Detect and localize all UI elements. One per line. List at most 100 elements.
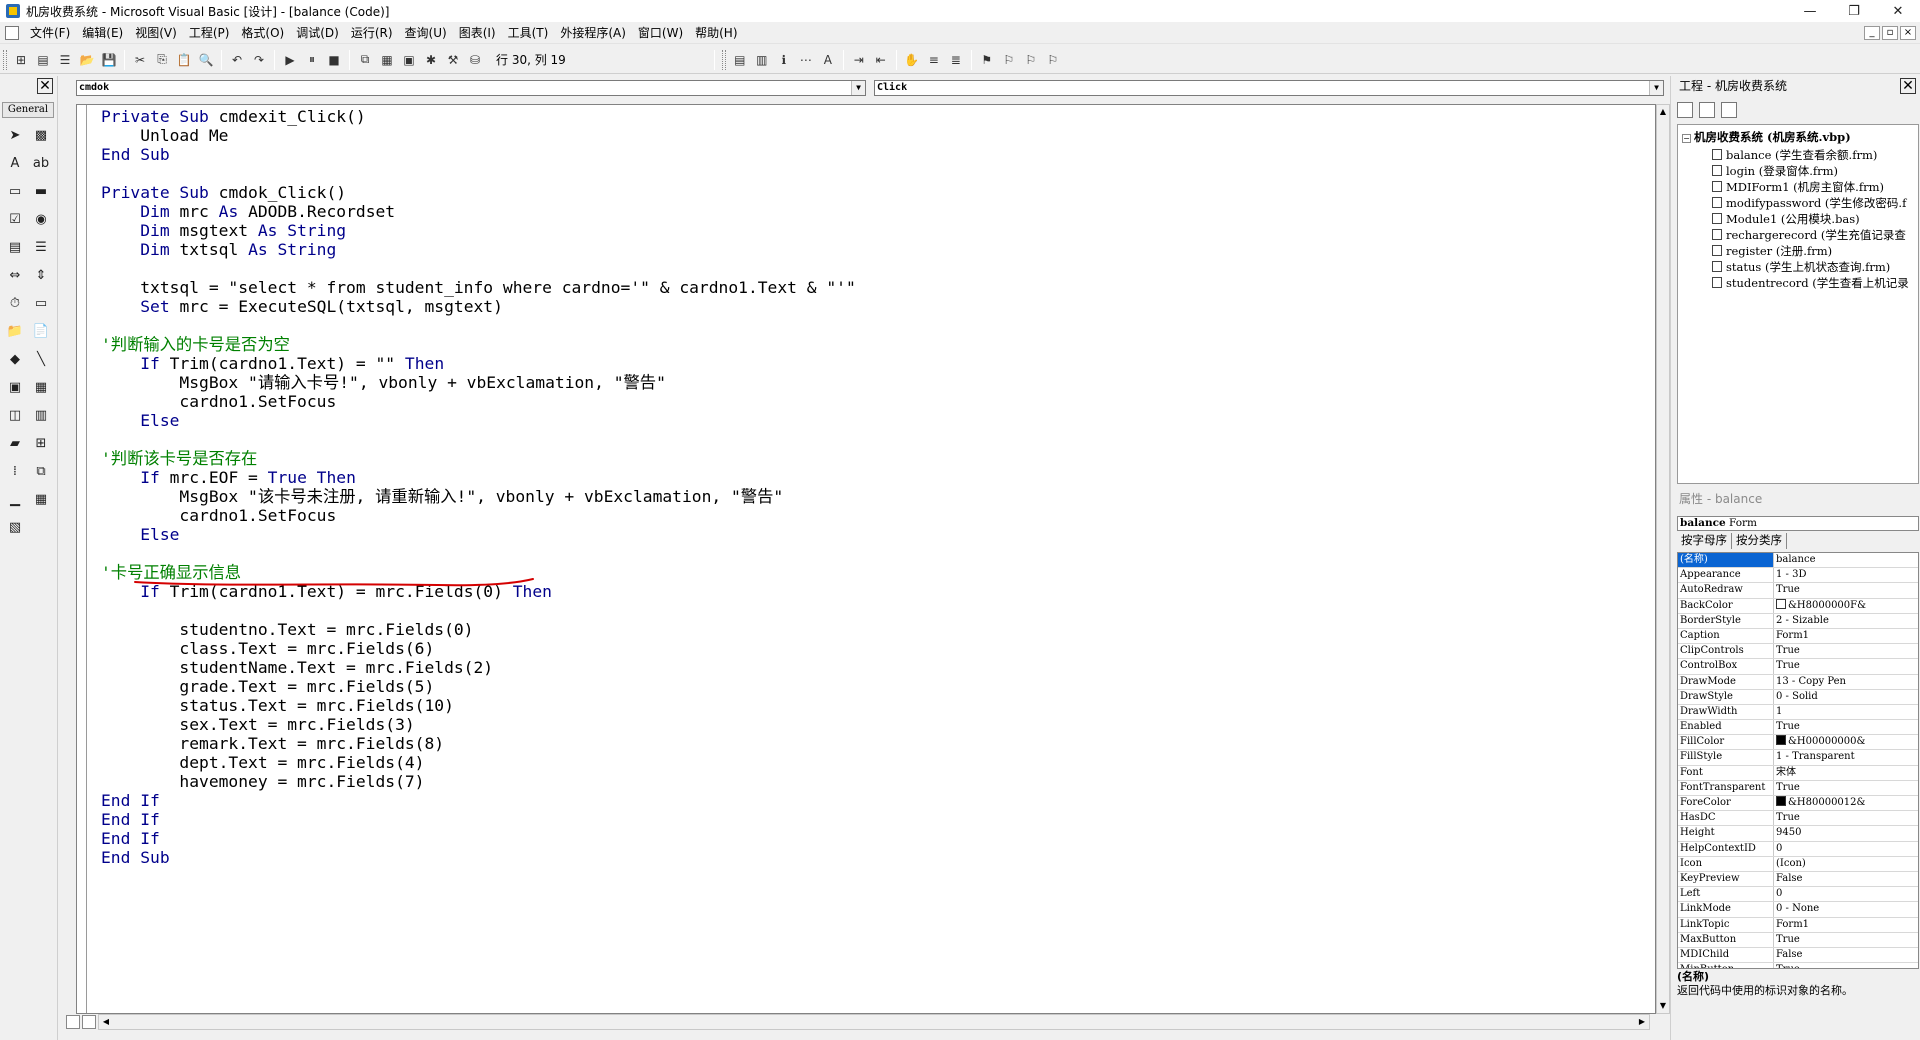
property-row[interactable]: Appearance 1 - 3D bbox=[1678, 568, 1918, 584]
tree-root[interactable]: − 机房收费系统 (机房系统.vbp) bbox=[1682, 129, 1851, 145]
property-row[interactable]: Font 宋体 bbox=[1678, 765, 1918, 781]
paste-icon[interactable]: 📋 bbox=[174, 50, 194, 70]
property-value[interactable]: 13 - Copy Pen bbox=[1774, 675, 1918, 689]
code-line[interactable]: Set mrc = ExecuteSQL(txtsql, msgtext) bbox=[101, 297, 856, 316]
code-line[interactable]: '卡号正确显示信息 bbox=[101, 563, 856, 582]
drivelistbox-icon[interactable]: ▭ bbox=[30, 292, 52, 314]
full-module-view-button[interactable] bbox=[82, 1015, 96, 1029]
toolbar-grip[interactable] bbox=[721, 49, 726, 70]
flexgrid-icon[interactable]: ▦ bbox=[30, 488, 52, 510]
mdi-minimize-button[interactable]: _ bbox=[1864, 25, 1880, 40]
vertical-scrollbar[interactable]: ▲ ▼ bbox=[1656, 104, 1670, 1014]
statusbar-icon[interactable]: ▁ bbox=[4, 488, 26, 510]
tab-categorized[interactable]: 按分类序 bbox=[1732, 533, 1787, 549]
add-form-icon[interactable]: ▤ bbox=[33, 50, 53, 70]
code-line[interactable]: Else bbox=[101, 525, 856, 544]
code-line[interactable]: Else bbox=[101, 411, 856, 430]
code-line[interactable] bbox=[101, 316, 856, 335]
chevron-down-icon[interactable]: ▼ bbox=[1649, 81, 1663, 95]
code-line[interactable]: MsgBox "请输入卡号!", vbonly + vbExclamation,… bbox=[101, 373, 856, 392]
code-line[interactable]: If Trim(cardno1.Text) = mrc.Fields(0) Th… bbox=[101, 582, 856, 601]
menu-format[interactable]: 格式(O) bbox=[235, 22, 290, 44]
toolbox-close-button[interactable]: ✕ bbox=[37, 78, 53, 94]
code-line[interactable]: dept.Text = mrc.Fields(4) bbox=[101, 753, 856, 772]
property-value[interactable]: True bbox=[1774, 933, 1918, 947]
minimize-button[interactable]: — bbox=[1788, 0, 1832, 22]
project-close-button[interactable]: ✕ bbox=[1900, 78, 1916, 94]
code-line[interactable] bbox=[101, 601, 856, 620]
tree-node[interactable]: login (登录窗体.frm) bbox=[1712, 163, 1838, 179]
code-line[interactable]: Dim mrc As ADODB.Recordset bbox=[101, 202, 856, 221]
property-value[interactable]: True bbox=[1774, 644, 1918, 658]
tab-alphabetic[interactable]: 按字母序 bbox=[1677, 533, 1732, 549]
start-icon[interactable]: ▶ bbox=[280, 50, 300, 70]
code-lines[interactable]: Private Sub cmdexit_Click() Unload Me End… bbox=[101, 107, 856, 867]
data-icon[interactable]: ▦ bbox=[30, 376, 52, 398]
checkbox-icon[interactable]: ☑ bbox=[4, 208, 26, 230]
code-line[interactable]: cardno1.SetFocus bbox=[101, 392, 856, 411]
chevron-down-icon[interactable]: ▼ bbox=[851, 81, 865, 95]
maximize-button[interactable]: ❐ bbox=[1832, 0, 1876, 22]
project-explorer-icon[interactable]: ⧉ bbox=[355, 50, 375, 70]
mdi-close-button[interactable]: × bbox=[1900, 25, 1916, 40]
toggle-bookmark-icon[interactable]: ⚑ bbox=[977, 50, 997, 70]
timer-icon[interactable]: ⏱ bbox=[4, 292, 26, 314]
property-value[interactable]: Form1 bbox=[1774, 918, 1918, 932]
treeview-icon[interactable]: ⊞ bbox=[30, 432, 52, 454]
add-project-icon[interactable]: ⊞ bbox=[11, 50, 31, 70]
toggle-breakpoint-icon[interactable]: ✋ bbox=[902, 50, 922, 70]
property-row[interactable]: Height 9450 bbox=[1678, 826, 1918, 842]
break-icon[interactable]: ⏸ bbox=[302, 50, 322, 70]
hscrollbar-icon[interactable]: ⇔ bbox=[4, 264, 26, 286]
toggle-folders-button[interactable] bbox=[1721, 102, 1737, 118]
property-row[interactable]: MDIChild False bbox=[1678, 947, 1918, 964]
commandbutton-icon[interactable]: ▬ bbox=[30, 180, 52, 202]
menu-edit[interactable]: 编辑(E) bbox=[76, 22, 129, 44]
toolbar-control-icon[interactable]: ⁞ bbox=[4, 460, 26, 482]
pointer-icon[interactable]: ➤ bbox=[4, 124, 26, 146]
property-value[interactable]: 1 - 3D bbox=[1774, 568, 1918, 582]
frame-icon[interactable]: ▭ bbox=[4, 180, 26, 202]
property-value[interactable]: &H8000000F& bbox=[1774, 598, 1918, 613]
comment-block-icon[interactable]: ≡ bbox=[924, 50, 944, 70]
property-row[interactable]: BorderStyle 2 - Sizable bbox=[1678, 613, 1918, 629]
label-icon[interactable]: A bbox=[4, 152, 26, 174]
code-line[interactable]: End Sub bbox=[101, 145, 856, 164]
tree-node[interactable]: modifypassword (学生修改密码.f bbox=[1712, 195, 1906, 211]
save-project-icon[interactable]: 💾 bbox=[99, 50, 119, 70]
object-browser-icon[interactable]: ✱ bbox=[421, 50, 441, 70]
combobox-icon[interactable]: ▤ bbox=[4, 236, 26, 258]
code-line[interactable]: remark.Text = mrc.Fields(8) bbox=[101, 734, 856, 753]
code-line[interactable]: If mrc.EOF = True Then bbox=[101, 468, 856, 487]
property-row[interactable]: ClipControls True bbox=[1678, 644, 1918, 660]
code-line[interactable]: status.Text = mrc.Fields(10) bbox=[101, 696, 856, 715]
code-line[interactable]: class.Text = mrc.Fields(6) bbox=[101, 639, 856, 658]
tabstrip-icon[interactable]: ⧉ bbox=[30, 460, 52, 482]
code-line[interactable]: MsgBox "该卡号未注册, 请重新输入!", vbonly + vbExcl… bbox=[101, 487, 856, 506]
code-line[interactable]: cardno1.SetFocus bbox=[101, 506, 856, 525]
listbox-icon[interactable]: ☰ bbox=[30, 236, 52, 258]
properties-window-icon[interactable]: ▦ bbox=[377, 50, 397, 70]
scroll-right-icon[interactable]: ▶ bbox=[1635, 1015, 1649, 1029]
close-button[interactable]: ✕ bbox=[1876, 0, 1920, 22]
menu-run[interactable]: 运行(R) bbox=[345, 22, 399, 44]
outdent-icon[interactable]: ⇤ bbox=[871, 50, 891, 70]
property-value[interactable]: 2 - Sizable bbox=[1774, 614, 1918, 628]
ole-icon[interactable]: ◫ bbox=[4, 404, 26, 426]
properties-object-dropdown[interactable]: balance Form bbox=[1677, 516, 1919, 531]
mdi-child-icon[interactable] bbox=[5, 25, 19, 40]
filelistbox-icon[interactable]: 📄 bbox=[30, 320, 52, 342]
property-row[interactable]: DrawStyle 0 - Solid bbox=[1678, 689, 1918, 705]
property-row[interactable]: Caption Form1 bbox=[1678, 628, 1918, 645]
property-row[interactable]: ControlBox True bbox=[1678, 659, 1918, 675]
code-line[interactable]: End If bbox=[101, 791, 856, 810]
view-object-button[interactable] bbox=[1699, 102, 1715, 118]
vscrollbar-icon[interactable]: ⇕ bbox=[30, 264, 52, 286]
progressbar-icon[interactable]: ▰ bbox=[4, 432, 26, 454]
code-line[interactable]: End If bbox=[101, 810, 856, 829]
property-value[interactable]: 宋体 bbox=[1774, 766, 1918, 780]
property-value[interactable]: 1 bbox=[1774, 705, 1918, 719]
menu-editor-icon[interactable]: ☰ bbox=[55, 50, 75, 70]
menu-project[interactable]: 工程(P) bbox=[183, 22, 236, 44]
uncomment-block-icon[interactable]: ≣ bbox=[946, 50, 966, 70]
